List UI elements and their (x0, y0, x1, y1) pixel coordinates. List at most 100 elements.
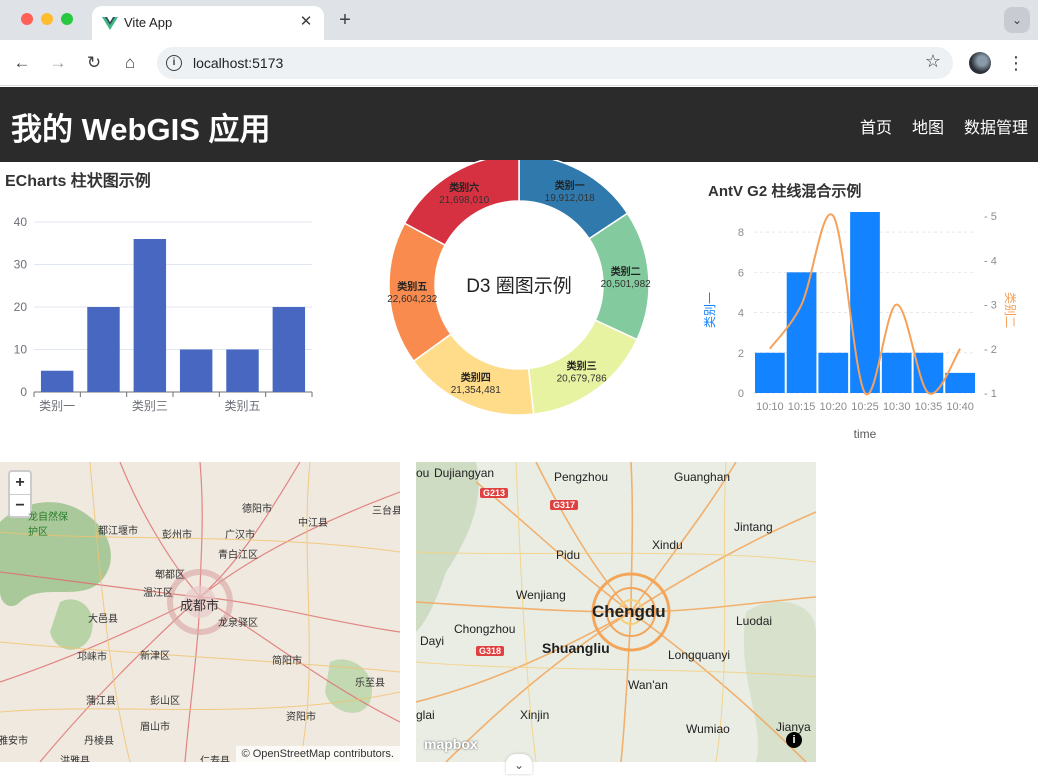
map-place-label: glai (416, 708, 435, 722)
nav-map-link[interactable]: 地图 (912, 114, 944, 138)
map-place-label: 彭山区 (150, 696, 180, 707)
x-tick-label: 10:25 (851, 401, 879, 413)
map-place-label: 仁寿县 (200, 756, 230, 762)
map-place-label: 雅安市 (0, 736, 28, 747)
tab-title: Vite App (124, 15, 173, 30)
right-tick-label: - 3 (984, 300, 997, 312)
map-place-label: Pidu (556, 548, 581, 562)
app-title: 我的 WebGIS 应用 (11, 112, 271, 147)
map-place-label: 洪雅县 (60, 756, 90, 762)
browser-toolbar: ← → ↻ ⌂ i localhost:5173 ☆ (0, 40, 1038, 86)
tab-search-button[interactable]: ⌄ (1004, 7, 1030, 33)
road-shield-label: G213 (480, 488, 509, 498)
slice-value-label: 20,501,982 (601, 279, 651, 290)
map-place-label: Xindu (652, 538, 683, 552)
bar-类别一 (40, 370, 74, 392)
maximize-window-button[interactable] (61, 13, 73, 25)
map-place-label: Dayi (420, 634, 445, 648)
map-place-label: Longquanyi (668, 648, 731, 662)
x-tick-label: 10:35 (915, 401, 943, 413)
app-header: 我的 WebGIS 应用 首页 地图 数据管理 (0, 87, 1038, 162)
minimize-window-button[interactable] (41, 13, 53, 25)
tab-close-icon[interactable]: ✕ (296, 12, 316, 32)
bar-10:10 (755, 352, 785, 393)
vite-logo-icon (102, 17, 118, 30)
map-place-label: 成都市 (180, 598, 220, 613)
map-place-label: 资阳市 (286, 712, 316, 723)
address-bar[interactable]: i localhost:5173 ☆ (157, 47, 953, 79)
browser-menu-icon[interactable]: ⋮ (1007, 51, 1025, 75)
y-tick-label: 10 (14, 343, 28, 357)
slice-value-label: 21,354,481 (451, 385, 501, 396)
back-button[interactable]: ← (10, 51, 34, 75)
zoom-in-button[interactable]: + (10, 472, 30, 494)
left-tick-label: 8 (738, 227, 744, 239)
road-shield-label: G318 (476, 646, 505, 656)
map-place-label: Wumiao (686, 722, 730, 736)
map-place-label: ou (416, 466, 430, 480)
g2-mixed-chart: 0 2 4 6 8 - 1 - 2 - 3 - 4 - 5 10:10 10:15 10:20 10:25… (703, 211, 1017, 441)
slice-label: 类别五 (397, 280, 427, 293)
map-place-label: Xinjin (520, 708, 550, 722)
road-shield-label: G317 (550, 500, 579, 510)
map-place-label: Shuangliu (542, 640, 610, 656)
x-tick-label: 10:15 (788, 401, 816, 413)
map-place-label: 眉山市 (140, 722, 170, 733)
map-place-label: 广汉市 (225, 530, 255, 541)
slice-label: 类别四 (461, 371, 491, 384)
x-tick-label: 类别三 (132, 399, 168, 413)
mapbox-map[interactable]: Dujiangyan Pengzhou Guanghan Jintang Xindu Pi… (416, 462, 816, 762)
url-text[interactable]: localhost:5173 (193, 55, 283, 71)
x-tick-label: 10:20 (820, 401, 848, 413)
site-info-icon[interactable]: i (166, 55, 182, 71)
d3-donut-chart: 类别一19,912,018 类别二20,501,982 类别三20,679,786 类… (387, 160, 651, 416)
reload-button[interactable]: ↻ (82, 51, 106, 75)
app-nav: 首页 地图 数据管理 (860, 114, 1028, 138)
y-tick-label: 20 (14, 300, 28, 314)
slice-value-label: 22,604,232 (387, 294, 437, 305)
slice-label: 类别一 (555, 179, 585, 192)
new-tab-button[interactable]: + (334, 9, 356, 31)
zoom-out-button[interactable]: − (10, 494, 30, 516)
slice-label: 类别二 (611, 265, 641, 278)
bar-10:20 (818, 352, 849, 393)
map-place-label: 三台县 (372, 506, 400, 517)
map-place-label: Wenjiang (516, 588, 566, 602)
browser-tab[interactable]: Vite App ✕ (92, 6, 324, 40)
echarts-title: ECharts 柱状图示例 (5, 173, 151, 190)
home-button[interactable]: ⌂ (118, 51, 142, 75)
slice-label: 类别六 (449, 181, 479, 194)
bar-类别五 (226, 349, 259, 392)
bookmark-star-icon[interactable]: ☆ (925, 51, 941, 72)
bar-类别三 (133, 239, 167, 392)
left-tick-label: 0 (738, 388, 744, 400)
map-place-label: 乐至县 (355, 678, 385, 689)
bar-类别四 (179, 349, 213, 392)
left-tick-label: 6 (738, 267, 744, 279)
forward-button[interactable]: → (46, 51, 70, 75)
map-place-label: Pengzhou (554, 470, 609, 484)
x-tick-label: 类别五 (224, 399, 260, 413)
mapbox-logo[interactable]: mapbox (424, 736, 478, 752)
nav-home-link[interactable]: 首页 (860, 114, 892, 138)
map-place-label: 青白江区 (218, 550, 258, 561)
profile-avatar[interactable] (969, 52, 991, 74)
nav-data-management-link[interactable]: 数据管理 (964, 114, 1028, 138)
map-place-label: 郫都区 (155, 570, 185, 581)
map-place-label: 邛崃市 (77, 652, 107, 663)
close-window-button[interactable] (21, 13, 33, 25)
slice-value-label: 21,698,010 (439, 195, 489, 206)
scroll-down-icon[interactable]: ⌄ (506, 754, 532, 774)
bar-10:30 (881, 352, 912, 393)
map-place-label: 都江堰市 (98, 526, 138, 537)
osm-map[interactable]: + − 德阳市 都江堰市 彭州市 广汉市 中江县 青白江区 郫都区 温江区 成都市 龙泉驿区 大邑县… (0, 462, 400, 762)
osm-attribution[interactable]: © OpenStreetMap contributors. (235, 746, 400, 762)
map-place-label: 大邑县 (88, 614, 118, 625)
left-axis-label: 类别一 (703, 292, 717, 328)
map-place-label: Luodai (736, 614, 773, 628)
bar-10:40 (945, 372, 975, 393)
bar-类别二 (87, 307, 120, 392)
mapbox-info-icon[interactable]: i (786, 732, 802, 748)
right-tick-label: - 2 (984, 344, 997, 356)
map-place-label: 德阳市 (242, 504, 272, 515)
